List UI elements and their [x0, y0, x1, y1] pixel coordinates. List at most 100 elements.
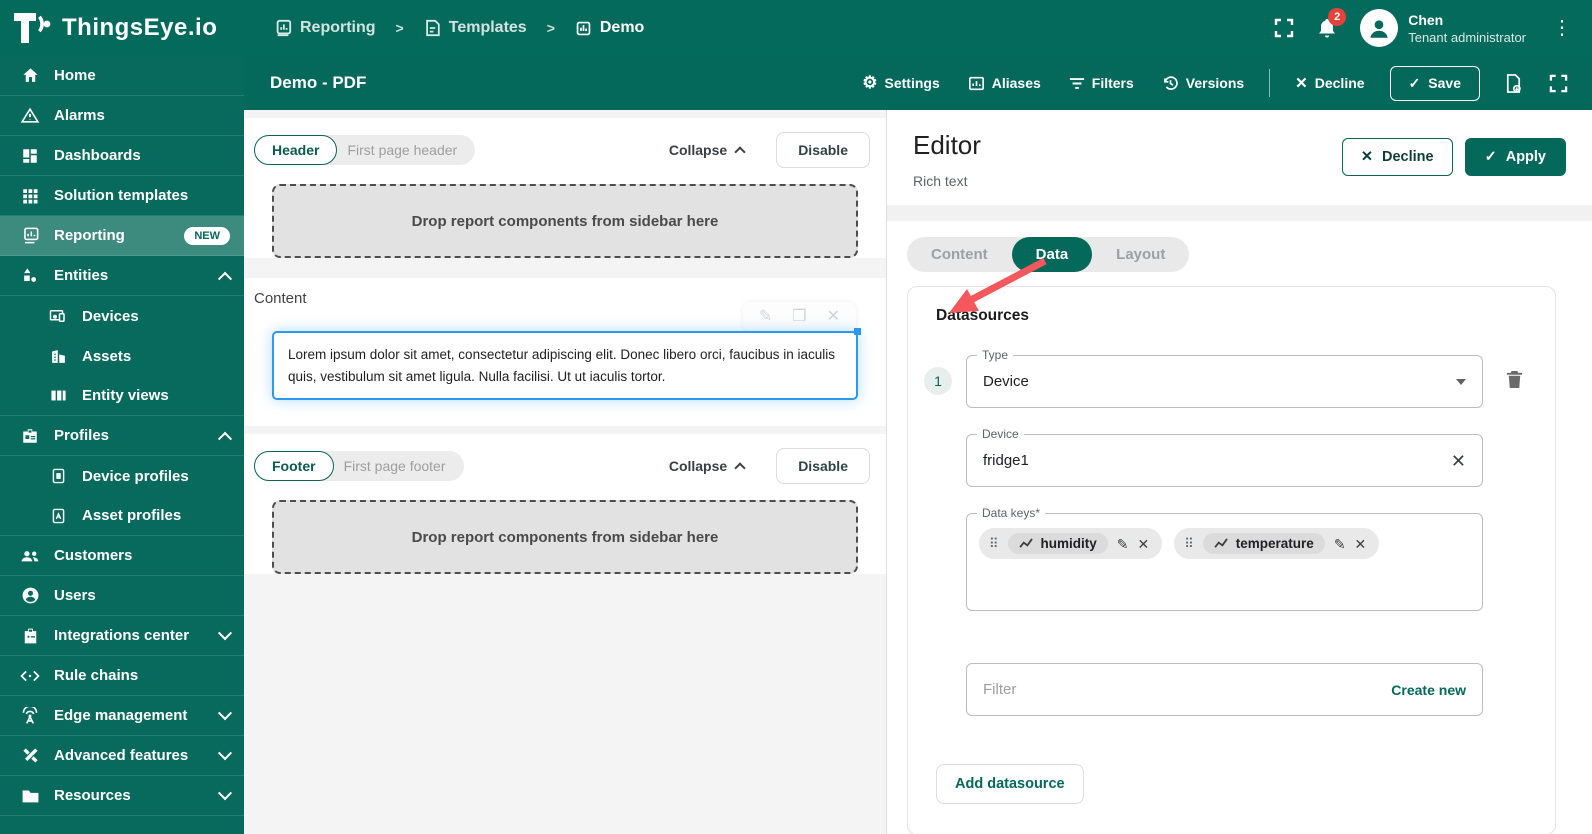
footer-chip-hint: First page footer — [343, 458, 446, 475]
datasource-index-badge: 1 — [924, 367, 952, 395]
footer-disable-button[interactable]: Disable — [776, 448, 870, 485]
footer-dropzone[interactable]: Drop report components from sidebar here — [272, 500, 858, 575]
more-menu-icon[interactable]: ⋮ — [1548, 18, 1576, 38]
sidebar-item-assets[interactable]: Assets — [0, 336, 244, 376]
sidebar-item-entities[interactable]: Entities — [0, 256, 244, 296]
sidebar-item-advanced-features[interactable]: Advanced features — [0, 736, 244, 776]
solution-templates-icon — [20, 186, 40, 206]
sidebar-item-asset-profiles[interactable]: Asset profiles — [0, 496, 244, 536]
reporting-icon — [274, 19, 292, 37]
sidebar-item-integrations-center[interactable]: Integrations center — [0, 616, 244, 656]
chevron-down-icon — [217, 745, 233, 760]
devices-icon — [48, 306, 68, 326]
header-chip-group: Header First page header — [254, 135, 476, 165]
sidebar-item-label: Entities — [54, 267, 109, 284]
chevron-up-icon — [217, 431, 233, 446]
breadcrumb-separator: > — [546, 20, 555, 36]
tab-content[interactable]: Content — [907, 237, 1012, 272]
user-menu[interactable]: Chen Tenant administrator — [1360, 9, 1526, 47]
editor-decline-button[interactable]: ✕ Decline — [1341, 138, 1453, 176]
dropdown-caret-icon[interactable] — [1456, 378, 1466, 385]
remove-key-icon[interactable]: ✕ — [1138, 537, 1150, 551]
remove-widget-icon[interactable]: ✕ — [827, 309, 840, 325]
type-select[interactable]: Type Device — [966, 348, 1483, 408]
filter-field[interactable]: Filter Create new — [966, 663, 1483, 716]
breadcrumb: Reporting > Templates > Demo — [274, 19, 644, 37]
header-disable-button[interactable]: Disable — [776, 132, 870, 168]
sidebar-item-dashboards[interactable]: Dashboards — [0, 136, 244, 176]
widget-resize-handle[interactable] — [854, 328, 861, 335]
sidebar-item-entity-views[interactable]: Entity views — [0, 376, 244, 416]
tab-layout[interactable]: Layout — [1092, 237, 1189, 272]
new-badge: NEW — [184, 226, 230, 245]
header-chip[interactable]: Header — [254, 135, 338, 165]
aliases-button[interactable]: Aliases — [957, 67, 1052, 99]
decline-button[interactable]: ✕ Decline — [1284, 66, 1375, 100]
breadcrumb-templates[interactable]: Templates — [424, 19, 527, 37]
remove-key-icon[interactable]: ✕ — [1355, 537, 1367, 551]
create-new-link[interactable]: Create new — [1391, 682, 1466, 698]
data-key-chip[interactable]: ⠿ temperature ✎ ✕ — [1174, 528, 1380, 559]
user-role: Tenant administrator — [1408, 29, 1526, 45]
export-pdf-button[interactable] — [1494, 67, 1533, 100]
filters-button[interactable]: Filters — [1058, 67, 1145, 99]
tab-data[interactable]: Data — [1011, 237, 1093, 272]
asset-profiles-icon — [48, 506, 68, 526]
rich-text-widget[interactable]: Lorem ipsum dolor sit amet, consectetur … — [272, 328, 861, 401]
sidebar-item-solution-templates[interactable]: Solution templates — [0, 176, 244, 216]
edit-widget-icon[interactable]: ✎ — [759, 309, 772, 325]
footer-collapse-button[interactable]: Collapse — [659, 450, 754, 482]
sidebar-item-label: Rule chains — [54, 667, 139, 684]
report-canvas: Header First page header Collapse Disabl… — [244, 110, 887, 834]
versions-button[interactable]: Versions — [1151, 67, 1255, 100]
add-datasource-button[interactable]: Add datasource — [936, 764, 1084, 804]
header-dropzone[interactable]: Drop report components from sidebar here — [272, 184, 858, 258]
drag-handle-icon[interactable]: ⠿ — [989, 536, 999, 552]
page-title: Demo - PDF — [270, 73, 367, 92]
sidebar-item-alarms[interactable]: Alarms — [0, 96, 244, 136]
report-footer-section: Footer First page footer Collapse Disabl… — [244, 434, 886, 575]
device-field[interactable]: Device fridge1 ✕ — [966, 427, 1483, 487]
fullscreen-icon[interactable] — [1274, 18, 1294, 38]
copy-widget-icon[interactable]: ❐ — [792, 309, 806, 325]
sidebar-item-label: Solution templates — [54, 187, 189, 204]
drag-handle-icon[interactable]: ⠿ — [1184, 536, 1194, 552]
type-value: Device — [983, 373, 1029, 390]
fullscreen-toggle-button[interactable] — [1539, 68, 1578, 99]
delete-datasource-button[interactable] — [1497, 369, 1531, 390]
sidebar-item-customers[interactable]: Customers — [0, 536, 244, 576]
sidebar-item-devices[interactable]: Devices — [0, 296, 244, 336]
sidebar-item-label: Integrations center — [54, 627, 190, 644]
save-button[interactable]: ✓ Save — [1389, 65, 1480, 101]
editor-apply-button[interactable]: ✓ Apply — [1464, 138, 1566, 176]
customers-icon — [20, 546, 40, 566]
settings-button[interactable]: ⚙ Settings — [851, 65, 950, 101]
breadcrumb-reporting[interactable]: Reporting — [274, 19, 376, 37]
template-toolbar: Demo - PDF ⚙ Settings Aliases Filters Ve… — [244, 56, 1592, 110]
sidebar-item-label: Dashboards — [54, 147, 141, 164]
sidebar-item-rule-chains[interactable]: Rule chains — [0, 656, 244, 696]
clear-device-icon[interactable]: ✕ — [1451, 452, 1466, 470]
sidebar-item-reporting[interactable]: Reporting NEW — [0, 216, 244, 256]
check-icon: ✓ — [1408, 74, 1421, 91]
data-keys-field[interactable]: Data keys* ⠿ humidity ✎ ✕ ⠿ temperature … — [966, 506, 1483, 611]
edit-key-icon[interactable]: ✎ — [1334, 537, 1346, 551]
edit-key-icon[interactable]: ✎ — [1117, 537, 1129, 551]
sidebar-item-label: Reporting — [54, 227, 125, 244]
data-key-chip[interactable]: ⠿ humidity ✎ ✕ — [979, 528, 1163, 559]
notifications-bell-icon[interactable]: 2 — [1316, 7, 1347, 40]
device-profiles-icon — [48, 466, 68, 486]
close-icon: ✕ — [1360, 149, 1373, 165]
sidebar-item-edge-management[interactable]: Edge management — [0, 696, 244, 736]
sidebar-item-profiles[interactable]: Profiles — [0, 416, 244, 456]
sidebar-item-resources[interactable]: Resources — [0, 776, 244, 816]
footer-chip[interactable]: Footer — [254, 451, 334, 482]
breadcrumb-demo[interactable]: Demo — [575, 19, 644, 37]
sidebar-item-device-profiles[interactable]: Device profiles — [0, 456, 244, 496]
header-collapse-button[interactable]: Collapse — [659, 134, 754, 166]
sidebar-item-home[interactable]: Home — [0, 56, 244, 96]
brand-logo[interactable]: ThingsEye.io — [0, 11, 244, 45]
breadcrumb-label: Reporting — [300, 19, 376, 36]
edge-management-icon — [20, 706, 40, 726]
sidebar-item-users[interactable]: Users — [0, 576, 244, 616]
